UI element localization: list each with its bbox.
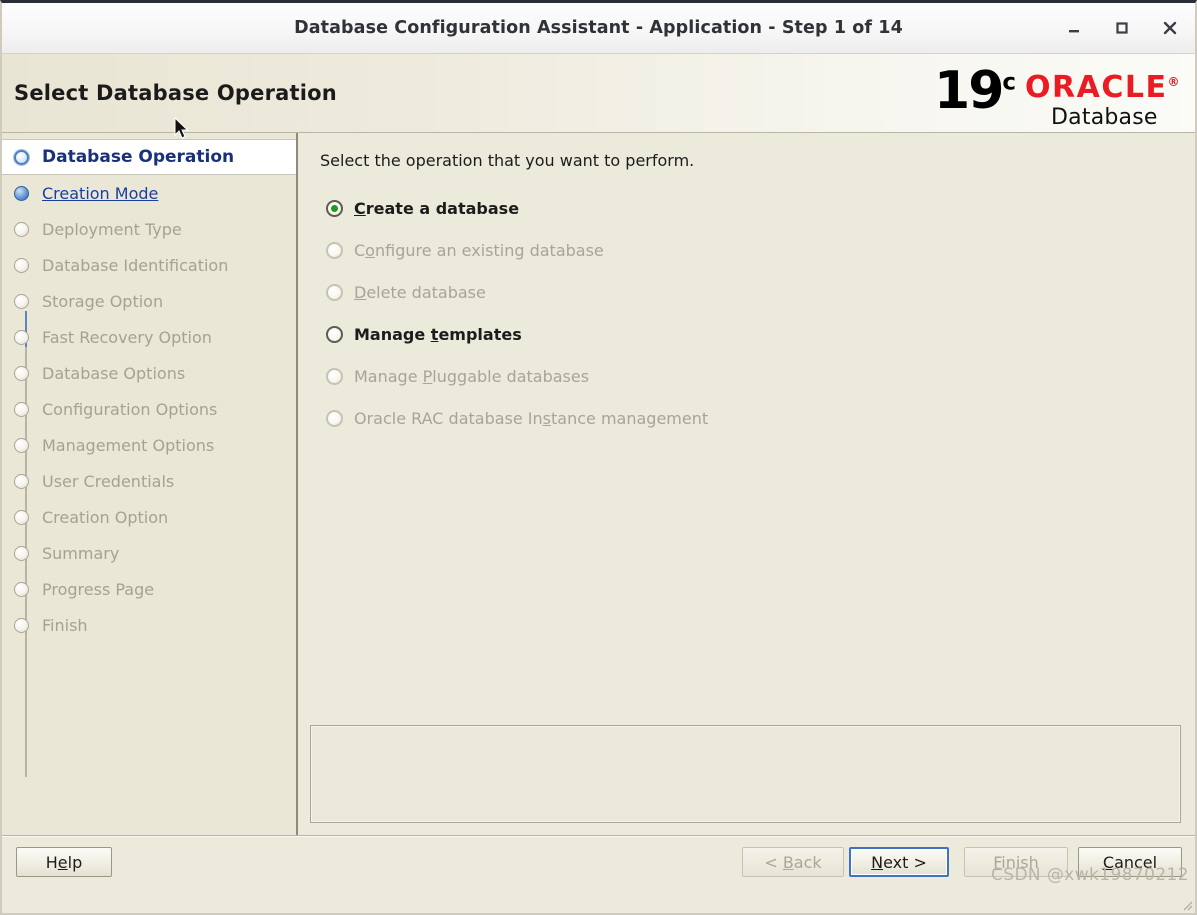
footer-button-bar: Help< BackNext >FinishCancel CSDN @xwk19… xyxy=(2,835,1195,891)
sidebar-step-database-identification: Database Identification xyxy=(2,247,296,283)
help-button-label: Help xyxy=(46,853,82,872)
cancel-button[interactable]: Cancel xyxy=(1078,847,1182,877)
oracle-logo: 19c ORACLE® Database xyxy=(934,63,1181,125)
window-controls xyxy=(1063,3,1181,53)
maximize-icon[interactable] xyxy=(1111,17,1133,39)
radio-option-manage-pluggable-databases: Manage Pluggable databases xyxy=(320,362,1175,390)
cancel-button-label: Cancel xyxy=(1103,853,1157,872)
sidebar-step-configuration-options: Configuration Options xyxy=(2,391,296,427)
radio-option-label: Oracle RAC database Instance management xyxy=(354,409,708,428)
oracle-version-19c: 19c xyxy=(934,65,1016,117)
version-number: 19 xyxy=(934,61,1002,121)
body-split: Database Operation Creation Mode Deploymen… xyxy=(2,133,1195,835)
sidebar-step-label: Creation Option xyxy=(42,508,168,527)
step-bullet-icon xyxy=(14,546,29,561)
minimize-icon[interactable] xyxy=(1063,17,1085,39)
radio-unselected-icon xyxy=(326,242,343,259)
sidebar-step-creation-mode[interactable]: Creation Mode xyxy=(2,175,296,211)
radio-option-create-a-database[interactable]: Create a database xyxy=(320,194,1175,222)
trademark-icon: ® xyxy=(1168,75,1182,89)
sidebar-step-creation-option: Creation Option xyxy=(2,499,296,535)
sidebar-step-label: Configuration Options xyxy=(42,400,217,419)
step-bullet-icon xyxy=(14,438,29,453)
sidebar-step-database-operation[interactable]: Database Operation xyxy=(2,139,296,175)
radio-option-manage-templates[interactable]: Manage templates xyxy=(320,320,1175,348)
step-bullet-icon xyxy=(14,402,29,417)
back-button-label: < Back xyxy=(764,853,821,872)
radio-option-delete-database: Delete database xyxy=(320,278,1175,306)
sidebar-step-progress-page: Progress Page xyxy=(2,571,296,607)
oracle-wordmark: ORACLE® xyxy=(1025,67,1181,103)
sidebar-step-label: Database Options xyxy=(42,364,185,383)
oracle-subtitle: Database xyxy=(1051,106,1158,130)
sidebar-step-fast-recovery-option: Fast Recovery Option xyxy=(2,319,296,355)
step-bullet-icon xyxy=(14,222,29,237)
resize-grip-icon[interactable] xyxy=(1179,897,1193,911)
step-bullet-icon xyxy=(14,510,29,525)
sidebar-step-label: Database Operation xyxy=(42,147,234,167)
help-button[interactable]: Help xyxy=(16,847,112,877)
radio-option-label: Manage Pluggable databases xyxy=(354,367,589,386)
radio-unselected-icon[interactable] xyxy=(326,326,343,343)
sidebar-step-label: Creation Mode xyxy=(42,184,158,203)
radio-option-label: Delete database xyxy=(354,283,486,302)
steps-list: Database Operation Creation Mode Deploymen… xyxy=(2,139,296,643)
oracle-wordmark-group: ORACLE® Database xyxy=(1025,63,1181,130)
page-title: Select Database Operation xyxy=(14,81,337,105)
radio-option-label: Create a database xyxy=(354,199,519,218)
back-button: < Back xyxy=(742,847,844,877)
close-icon[interactable] xyxy=(1159,17,1181,39)
finish-button-label: Finish xyxy=(993,853,1039,872)
message-panel-text xyxy=(311,726,1180,742)
sidebar-step-user-credentials: User Credentials xyxy=(2,463,296,499)
step-bullet-icon xyxy=(14,258,29,273)
radio-option-label: Configure an existing database xyxy=(354,241,604,260)
window-title: Database Configuration Assistant - Appli… xyxy=(294,18,903,38)
sidebar-step-storage-option: Storage Option xyxy=(2,283,296,319)
radio-option-label: Manage templates xyxy=(354,325,522,344)
radio-dot-icon xyxy=(331,205,338,212)
step-bullet-icon xyxy=(14,474,29,489)
steps-sidebar: Database Operation Creation Mode Deploymen… xyxy=(2,133,298,835)
step-bullet-icon xyxy=(14,618,29,633)
step-bullet-icon xyxy=(14,330,29,345)
next-button-label: Next > xyxy=(871,853,927,872)
sidebar-step-label: Management Options xyxy=(42,436,214,455)
version-suffix: c xyxy=(1002,70,1016,96)
sidebar-step-label: Deployment Type xyxy=(42,220,182,239)
sidebar-step-label: Summary xyxy=(42,544,119,563)
content-prompt: Select the operation that you want to pe… xyxy=(320,151,1175,170)
radio-unselected-icon xyxy=(326,410,343,427)
step-bullet-icon xyxy=(14,186,29,201)
message-panel xyxy=(310,725,1181,823)
sidebar-step-label: User Credentials xyxy=(42,472,174,491)
step-bullet-icon xyxy=(14,294,29,309)
sidebar-step-label: Progress Page xyxy=(42,580,154,599)
step-bullet-icon xyxy=(14,150,29,165)
sidebar-step-label: Database Identification xyxy=(42,256,228,275)
radio-unselected-icon xyxy=(326,368,343,385)
radio-option-configure-an-existing-database: Configure an existing database xyxy=(320,236,1175,264)
content-panel: Select the operation that you want to pe… xyxy=(298,133,1195,835)
finish-button: Finish xyxy=(964,847,1068,877)
sidebar-step-summary: Summary xyxy=(2,535,296,571)
step-bullet-icon xyxy=(14,582,29,597)
radio-unselected-icon xyxy=(326,284,343,301)
sidebar-step-deployment-type: Deployment Type xyxy=(2,211,296,247)
sidebar-step-management-options: Management Options xyxy=(2,427,296,463)
oracle-wordmark-text: ORACLE xyxy=(1025,70,1167,105)
next-button[interactable]: Next > xyxy=(849,847,949,877)
radio-selected-icon[interactable] xyxy=(326,200,343,217)
sidebar-step-label: Storage Option xyxy=(42,292,163,311)
step-bullet-icon xyxy=(14,366,29,381)
title-bar[interactable]: Database Configuration Assistant - Appli… xyxy=(2,3,1195,54)
page-header: Select Database Operation 19c ORACLE® Da… xyxy=(2,54,1195,133)
operation-radio-group[interactable]: Create a database Configure an existing d… xyxy=(320,194,1175,432)
sidebar-step-label: Fast Recovery Option xyxy=(42,328,212,347)
sidebar-step-database-options: Database Options xyxy=(2,355,296,391)
radio-option-oracle-rac-database-instance-management: Oracle RAC database Instance management xyxy=(320,404,1175,432)
sidebar-step-finish: Finish xyxy=(2,607,296,643)
application-window: Database Configuration Assistant - Appli… xyxy=(0,0,1197,915)
sidebar-step-label: Finish xyxy=(42,616,88,635)
